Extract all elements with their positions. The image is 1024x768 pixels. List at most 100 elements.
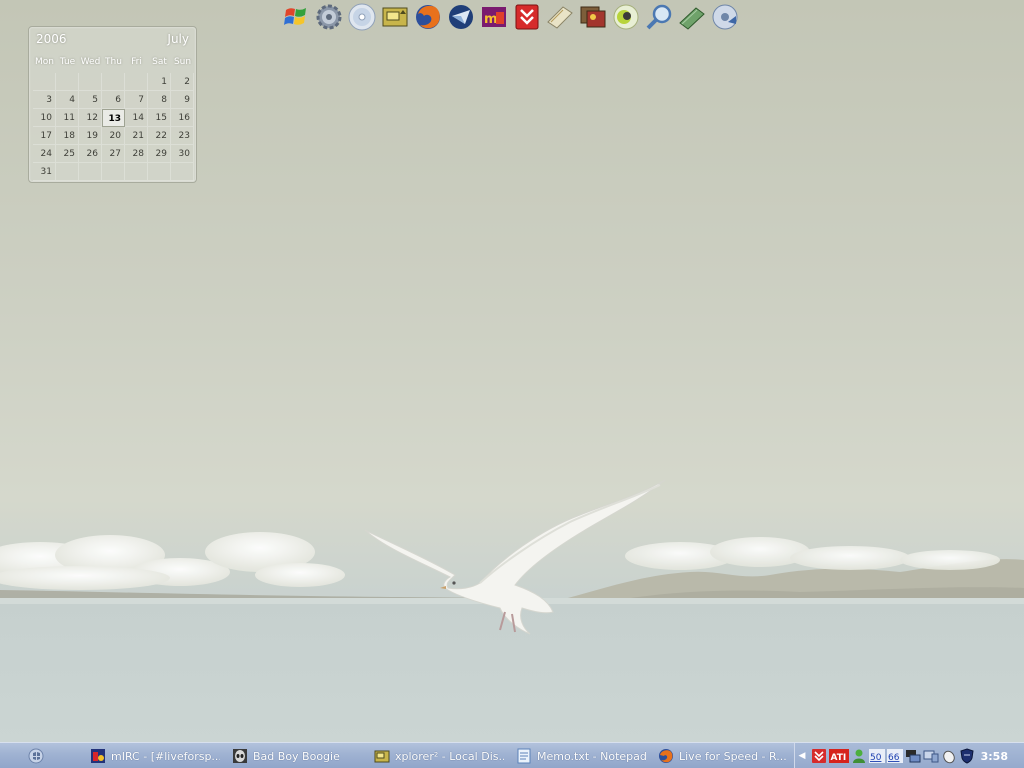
calendar-day-cell[interactable]: 3 (33, 91, 56, 109)
calendar-day-cell[interactable]: 24 (33, 145, 56, 163)
tray-value-66: 66 (888, 753, 900, 763)
mouse-icon[interactable] (941, 748, 957, 764)
task-button-notepad[interactable]: Memo.txt - Notepad (516, 746, 646, 766)
download-arrows-icon[interactable] (811, 748, 827, 764)
task-button-xplorer2[interactable]: xplorer² - Local Dis... (374, 746, 504, 766)
calendar-day-cell[interactable]: 19 (79, 127, 102, 145)
weekday-label: Sun (173, 57, 192, 67)
firefox-icon (659, 749, 673, 763)
calendar-empty-cell (125, 73, 148, 91)
disc-burner-icon[interactable] (709, 1, 741, 33)
notepad-book-icon[interactable] (544, 1, 576, 33)
green-book-icon[interactable] (676, 1, 708, 33)
calendar-day-cell[interactable]: 17 (33, 127, 56, 145)
gear-icon[interactable] (313, 1, 345, 33)
weekday-label: Thu (105, 57, 122, 67)
calendar-empty-cell (79, 163, 102, 181)
calendar-day-cell[interactable]: 9 (171, 91, 194, 109)
calendar-year: 2006 (36, 32, 67, 46)
calendar-empty-cell (79, 73, 102, 91)
calendar-day-cell[interactable]: 22 (148, 127, 171, 145)
task-label: xplorer² - Local Dis... (395, 749, 504, 763)
dock-bar: m (280, 1, 741, 33)
download-arrows-icon[interactable] (511, 1, 543, 33)
folder-switch-icon (374, 750, 390, 763)
calendar-day-cell[interactable]: 23 (171, 127, 194, 145)
calendar-day-cell[interactable]: 2 (171, 73, 194, 91)
volume-50-icon[interactable]: 50 (869, 748, 885, 764)
weekday-label: Wed (80, 57, 101, 67)
calendar-day-cell[interactable]: 27 (102, 145, 125, 163)
calendar-day-cell[interactable]: 1 (148, 73, 171, 91)
calendar-empty-cell (148, 163, 171, 181)
network-icon[interactable] (905, 748, 921, 764)
tray-expand-arrow-icon[interactable]: ◀ (795, 751, 809, 761)
alien-icon (233, 749, 247, 763)
task-label: Memo.txt - Notepad (537, 749, 646, 763)
notepad-icon (517, 748, 531, 764)
calendar-day-cell[interactable]: 12 (79, 109, 102, 127)
tray-value-50: 50 (870, 753, 882, 763)
calendar-day-cell[interactable]: 13 (102, 109, 125, 127)
cd-disc-icon[interactable] (346, 1, 378, 33)
mirc-icon (91, 749, 105, 763)
mirc-icon[interactable]: m (478, 1, 510, 33)
shield-icon[interactable] (959, 748, 975, 764)
windows-flag-icon[interactable] (280, 1, 312, 33)
calendar-days-grid: 1 2 3 4 5 6 7 8 9 10 11 12 13 14 15 16 17 18 19 20 21 22 23 24 2… (33, 73, 196, 181)
calendar-day-cell[interactable]: 29 (148, 145, 171, 163)
calendar-widget: 2006 July Mon Tue Wed Thu Fri Sat Sun 12… (28, 26, 197, 183)
task-button-bad-boy-boogie[interactable]: Bad Boy Boogie (232, 746, 352, 766)
calendar-day-cell[interactable]: 6 (102, 91, 125, 109)
calendar-day-cell[interactable]: 20 (102, 127, 125, 145)
task-button-live-for-speed[interactable]: Live for Speed - R... (658, 746, 786, 766)
calendar-day-cell[interactable]: 18 (56, 127, 79, 145)
calendar-day-cell[interactable]: 8 (148, 91, 171, 109)
start-orb-icon (28, 748, 44, 763)
calendar-day-cell[interactable]: 28 (125, 145, 148, 163)
calendar-empty-cell (56, 163, 79, 181)
calendar-day-cell[interactable]: 21 (125, 127, 148, 145)
photos-icon[interactable] (577, 1, 609, 33)
calendar-empty-cell (102, 73, 125, 91)
ati-icon[interactable]: ATI (829, 748, 849, 764)
volume-66-icon[interactable]: 66 (887, 748, 903, 764)
firefox-icon[interactable] (412, 1, 444, 33)
calendar-day-cell[interactable]: 11 (56, 109, 79, 127)
calendar-day-cell[interactable]: 31 (33, 163, 56, 181)
calendar-header: 2006 July (29, 27, 196, 51)
thunderbird-icon[interactable] (445, 1, 477, 33)
start-button[interactable] (18, 745, 54, 767)
calendar-day-cell[interactable]: 10 (33, 109, 56, 127)
calendar-weekday-row: Mon Tue Wed Thu Fri Sat Sun (33, 57, 196, 71)
weekday-label: Tue (59, 57, 76, 67)
magnifier-icon[interactable] (643, 1, 675, 33)
calendar-day-cell[interactable]: 16 (171, 109, 194, 127)
ati-label: ATI (831, 753, 847, 763)
calendar-day-cell[interactable]: 26 (79, 145, 102, 163)
calendar-empty-cell (33, 73, 56, 91)
taskbar-clock[interactable]: 3:58 (981, 750, 1008, 763)
media-player-icon[interactable] (610, 1, 642, 33)
calendar-day-cell[interactable]: 4 (56, 91, 79, 109)
messenger-icon[interactable] (851, 748, 867, 764)
calendar-day-cell[interactable]: 7 (125, 91, 148, 109)
taskbar: mIRC - [#liveforsp... Bad Boy Boogie xpl… (0, 742, 1024, 768)
calendar-empty-cell (102, 163, 125, 181)
calendar-day-cell[interactable]: 14 (125, 109, 148, 127)
svg-text:m: m (484, 12, 498, 27)
calendar-empty-cell (171, 163, 194, 181)
calendar-month: July (167, 32, 189, 46)
weekday-label: Mon (35, 57, 54, 67)
folder-switch-icon[interactable] (379, 1, 411, 33)
calendar-day-cell[interactable]: 5 (79, 91, 102, 109)
computer-icon[interactable] (923, 748, 939, 764)
task-button-mirc[interactable]: mIRC - [#liveforsp... (90, 746, 220, 766)
task-label: mIRC - [#liveforsp... (111, 749, 220, 763)
calendar-empty-cell (56, 73, 79, 91)
weekday-label: Fri (131, 57, 142, 67)
weekday-label: Sat (152, 57, 167, 67)
calendar-day-cell[interactable]: 30 (171, 145, 194, 163)
calendar-day-cell[interactable]: 15 (148, 109, 171, 127)
calendar-day-cell[interactable]: 25 (56, 145, 79, 163)
